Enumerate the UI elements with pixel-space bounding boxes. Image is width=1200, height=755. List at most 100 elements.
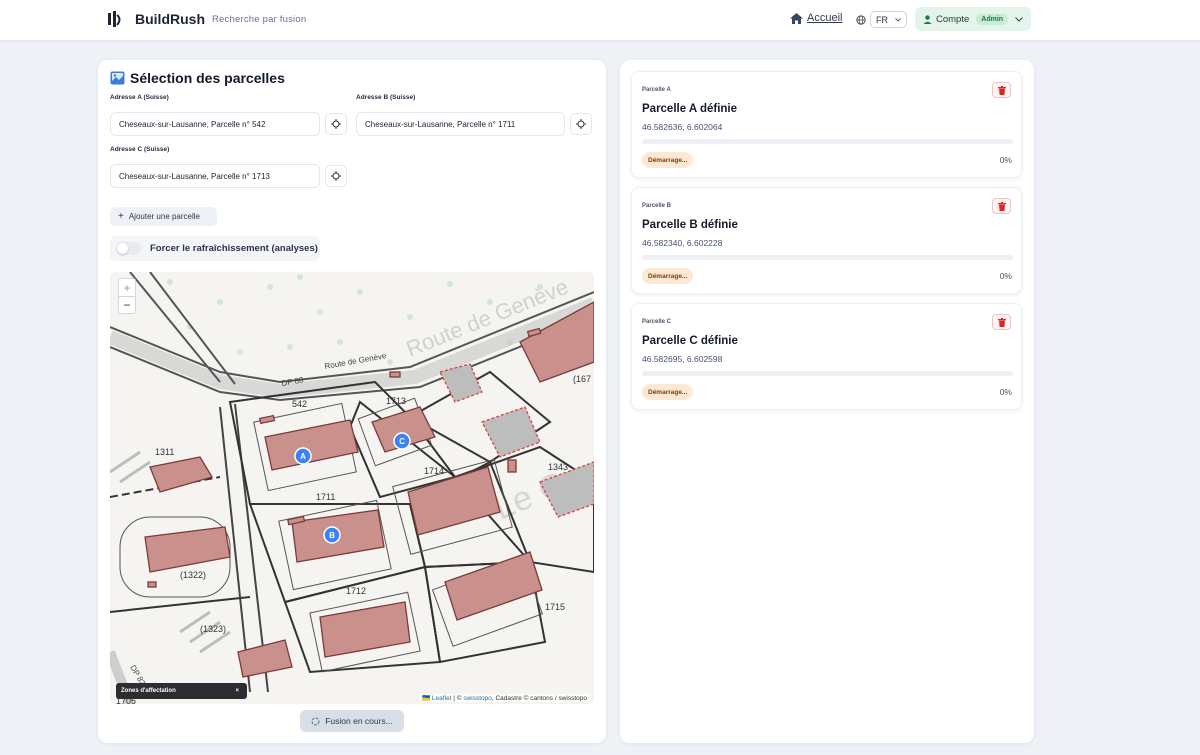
chevron-down-icon xyxy=(895,17,901,22)
address-b-input[interactable]: Cheseaux-sur-Lausanne, Parcelle n° 1711 xyxy=(356,112,565,136)
parcel-selection-panel: Sélection des parcelles Adresse A (Suiss… xyxy=(98,60,606,743)
progress-bar xyxy=(642,255,1013,260)
force-refresh-label: Forcer le rafraîchissement (analyses) xyxy=(150,243,318,254)
parcel-tag: Parcelle A xyxy=(642,87,671,93)
zoning-legend-title: Zones d'affectation xyxy=(121,688,176,694)
locate-b-button[interactable] xyxy=(570,113,592,135)
zoom-out-button[interactable]: − xyxy=(119,296,135,313)
parcel-label: (167 xyxy=(573,374,591,384)
parcel-card-a: Parcelle A Parcelle A définie 46.582636,… xyxy=(631,71,1022,178)
home-link[interactable]: Accueil xyxy=(790,12,842,24)
parcel-label: (1322) xyxy=(180,570,206,580)
map-selection-icon xyxy=(110,71,125,85)
delete-parcel-button[interactable] xyxy=(992,82,1011,98)
progress-bar xyxy=(642,139,1013,144)
language-select[interactable]: FR xyxy=(870,11,907,28)
status-badge: Démarrage... xyxy=(642,384,694,400)
marker-a[interactable]: A xyxy=(294,447,312,465)
parcel-label: 1311 xyxy=(155,447,174,457)
marker-b[interactable]: B xyxy=(323,526,341,544)
leaflet-link[interactable]: Leaflet xyxy=(432,695,452,702)
progress-bar xyxy=(642,371,1013,376)
force-refresh-toggle[interactable] xyxy=(116,242,141,255)
panel-title: Sélection des parcelles xyxy=(110,70,285,86)
brand[interactable]: BuildRush Recherche par fusion xyxy=(105,10,306,28)
parcel-tag: Parcelle B xyxy=(642,203,672,209)
delete-parcel-button[interactable] xyxy=(992,314,1011,330)
parcel-card-b: Parcelle B Parcelle B définie 46.582340,… xyxy=(631,187,1022,294)
marker-c[interactable]: C xyxy=(393,432,411,450)
trash-icon xyxy=(997,317,1006,327)
parcel-card-c: Parcelle C Parcelle C définie 46.582695,… xyxy=(631,303,1022,410)
marker-a-label: A xyxy=(300,452,306,461)
parcel-label: 1343 xyxy=(548,462,568,472)
add-parcel-label: Ajouter une parcelle xyxy=(128,212,200,221)
attribution-separator: | © xyxy=(451,695,464,702)
parcel-coordinates: 46.582695, 6.602598 xyxy=(642,354,723,364)
status-badge: Démarrage... xyxy=(642,152,694,168)
marker-c-label: C xyxy=(399,437,405,446)
home-icon xyxy=(790,12,803,24)
map-attribution: 🇺🇦 Leaflet | © swisstopo, Cadastre © can… xyxy=(418,694,590,702)
parcel-status-panel: Parcelle A Parcelle A définie 46.582636,… xyxy=(620,60,1034,743)
trash-icon xyxy=(997,201,1006,211)
address-c-input[interactable]: Cheseaux-sur-Lausanne, Parcelle n° 1713 xyxy=(110,164,320,188)
attribution-text: , Cadastre © cantons / swisstopo xyxy=(491,695,587,702)
language-value: FR xyxy=(876,14,888,25)
delete-parcel-button[interactable] xyxy=(992,198,1011,214)
account-menu-button[interactable]: Compte Admin xyxy=(915,7,1031,31)
address-b-label: Adresse B (Suisse) xyxy=(356,94,416,101)
account-label: Compte xyxy=(936,13,970,25)
admin-badge: Admin xyxy=(976,13,1009,25)
crosshair-icon xyxy=(576,119,586,129)
fusion-button[interactable]: Fusion en cours... xyxy=(300,710,404,732)
parcel-title: Parcelle A définie xyxy=(642,103,738,115)
parcel-coordinates: 46.582340, 6.602228 xyxy=(642,238,723,248)
crosshair-icon xyxy=(331,171,341,181)
road-label-small: Route de Genève xyxy=(324,351,388,371)
address-c-label: Adresse C (Suisse) xyxy=(110,146,170,153)
parcel-label: 1714 xyxy=(424,466,444,476)
top-bar: BuildRush Recherche par fusion Accueil F… xyxy=(0,0,1200,40)
address-a-input[interactable]: Cheseaux-sur-Lausanne, Parcelle n° 542 xyxy=(110,112,320,136)
zoom-control: + − xyxy=(118,278,136,314)
swisstopo-link[interactable]: swisstopo xyxy=(463,695,492,702)
spinner-icon xyxy=(311,717,320,725)
status-badge: Démarrage... xyxy=(642,268,694,284)
progress-percent: 0% xyxy=(999,155,1012,165)
locate-a-button[interactable] xyxy=(325,113,347,135)
marker-b-label: B xyxy=(329,531,335,540)
crosshair-icon xyxy=(331,119,341,129)
parcel-title: Parcelle B définie xyxy=(642,219,738,231)
parcel-label: (1323) xyxy=(200,624,226,634)
brand-name: BuildRush xyxy=(135,11,205,27)
force-refresh-row[interactable]: Forcer le rafraîchissement (analyses) xyxy=(110,236,320,261)
user-icon xyxy=(923,14,932,24)
brand-tagline: Recherche par fusion xyxy=(212,13,307,25)
address-a-label: Adresse A (Suisse) xyxy=(110,94,169,101)
parcel-label: 1711 xyxy=(316,492,335,502)
home-label: Accueil xyxy=(807,12,843,24)
globe-icon xyxy=(856,14,866,25)
ukraine-flag-icon: 🇺🇦 xyxy=(421,695,431,702)
parcel-title: Parcelle C définie xyxy=(642,335,738,347)
zoning-legend[interactable]: Zones d'affectation × xyxy=(116,683,247,699)
language-switcher[interactable]: FR xyxy=(856,11,907,28)
progress-percent: 0% xyxy=(999,271,1012,281)
trash-icon xyxy=(997,85,1006,95)
add-parcel-button[interactable]: + Ajouter une parcelle xyxy=(110,207,217,226)
fusion-label: Fusion en cours... xyxy=(325,716,393,726)
plus-icon: + xyxy=(118,211,124,222)
parcel-label: 1715 xyxy=(545,602,565,612)
locate-c-button[interactable] xyxy=(325,165,347,187)
parcel-label: 542 xyxy=(292,399,307,409)
page-title: Sélection des parcelles xyxy=(130,70,285,86)
map-canvas[interactable]: Route de Genève Route de Genève DP 88 Le… xyxy=(110,272,594,704)
parcel-tag: Parcelle C xyxy=(642,319,672,325)
progress-percent: 0% xyxy=(999,387,1012,397)
chevron-down-icon xyxy=(1015,16,1023,22)
cadastre-map[interactable]: Route de Genève Route de Genève DP 88 Le… xyxy=(110,272,594,704)
zoom-in-button[interactable]: + xyxy=(119,279,135,296)
legend-close-icon[interactable]: × xyxy=(235,688,239,694)
buildrush-logo-icon xyxy=(108,11,121,27)
